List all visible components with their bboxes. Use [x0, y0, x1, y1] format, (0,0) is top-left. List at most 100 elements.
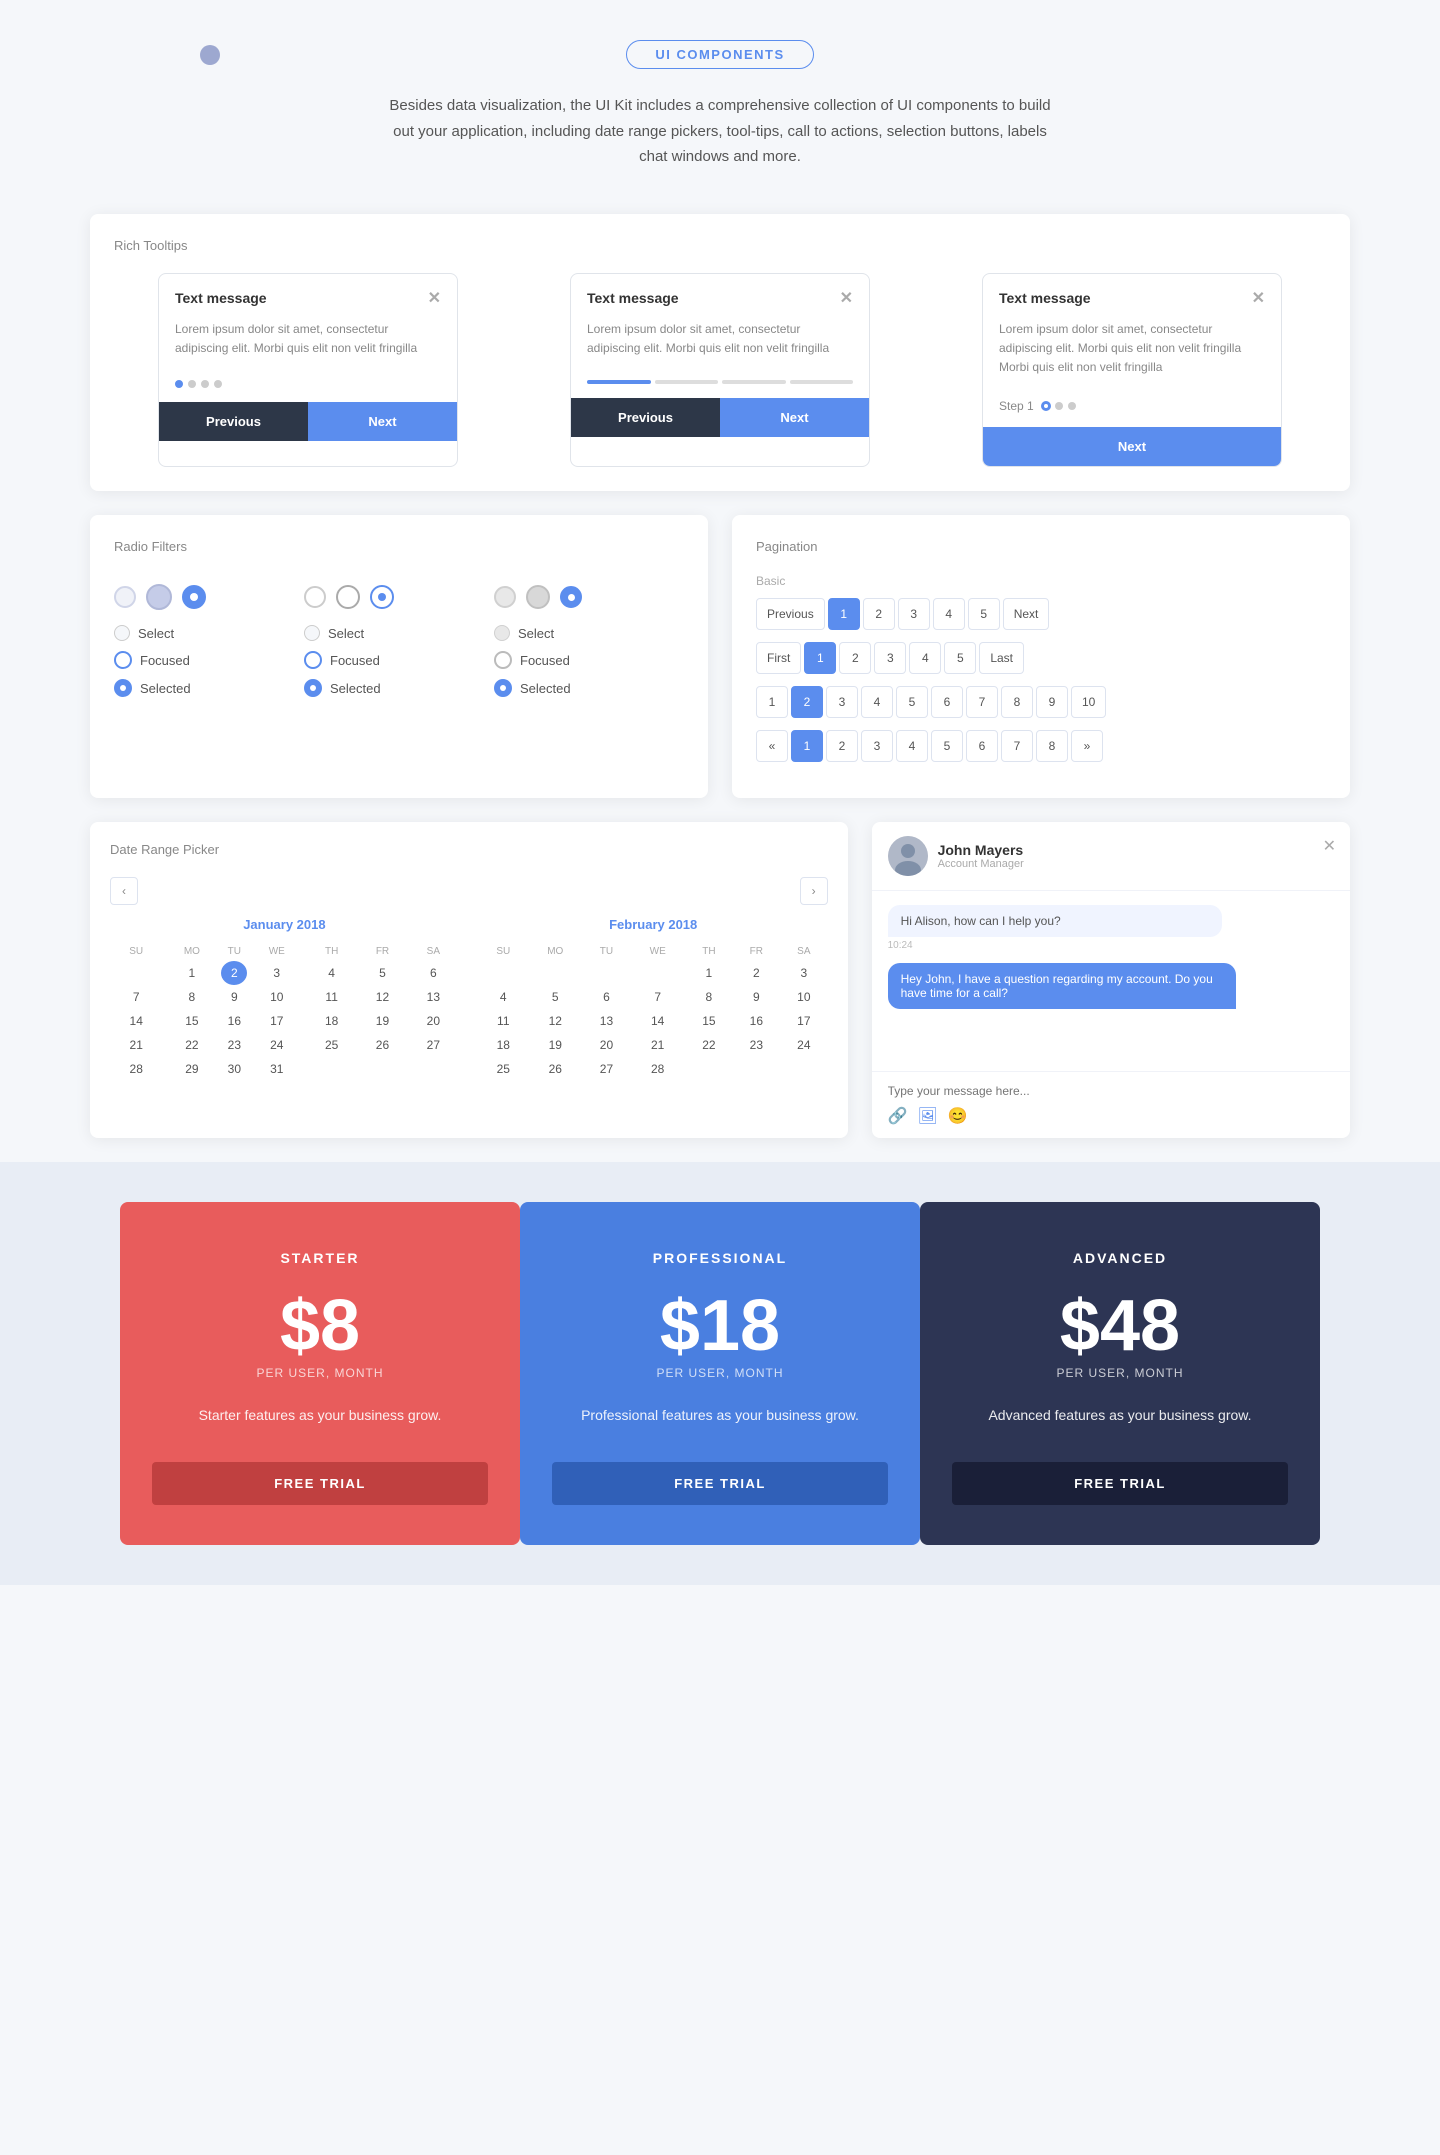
page-4-3[interactable]: 4	[861, 686, 893, 718]
tooltip-2-prev-button[interactable]: Previous	[571, 398, 720, 437]
cal-day[interactable]: 17	[780, 1009, 828, 1033]
chat-image-icon[interactable]: 🖼	[918, 1106, 938, 1126]
cal-day[interactable]: 7	[630, 985, 685, 1009]
cal-day[interactable]: 19	[528, 1033, 583, 1057]
cal-day[interactable]: 17	[247, 1009, 306, 1033]
radio-icon-gray-sel[interactable]	[560, 586, 582, 608]
cal-day[interactable]: 28	[110, 1057, 162, 1081]
cal-day[interactable]: 25	[306, 1033, 357, 1057]
cal-day[interactable]: 2	[733, 961, 780, 985]
page-3-2[interactable]: 3	[874, 642, 906, 674]
cal-day[interactable]: 7	[110, 985, 162, 1009]
page-5-3[interactable]: 5	[896, 686, 928, 718]
cal-day[interactable]: 18	[306, 1009, 357, 1033]
cal-day[interactable]: 5	[357, 961, 408, 985]
radio-selected-3[interactable]: Selected	[494, 674, 684, 702]
cal-day[interactable]: 23	[733, 1033, 780, 1057]
page-5-2[interactable]: 5	[944, 642, 976, 674]
radio-select-2[interactable]: Select	[304, 620, 494, 646]
cal-day[interactable]: 1	[685, 961, 732, 985]
page-5-1[interactable]: 5	[968, 598, 1000, 630]
cal-day[interactable]: 14	[630, 1009, 685, 1033]
chat-emoji-icon[interactable]: 😊	[948, 1106, 968, 1126]
page-prev-1[interactable]: Previous	[756, 598, 825, 630]
cal-day-today[interactable]: 2	[221, 961, 247, 985]
cal-day[interactable]: 4	[479, 985, 528, 1009]
page-1-3[interactable]: 1	[756, 686, 788, 718]
cal-day[interactable]: 20	[583, 1033, 630, 1057]
page-6-3[interactable]: 6	[931, 686, 963, 718]
page-1-2[interactable]: 1	[804, 642, 836, 674]
page-8-4[interactable]: 8	[1036, 730, 1068, 762]
radio-select-3[interactable]: Select	[494, 620, 684, 646]
chat-close-button[interactable]: ✕	[1323, 836, 1336, 856]
radio-select-1[interactable]: Select	[114, 620, 304, 646]
page-prev-4[interactable]: «	[756, 730, 788, 762]
cal-day[interactable]: 26	[528, 1057, 583, 1081]
page-1-4[interactable]: 1	[791, 730, 823, 762]
tooltip-3-close[interactable]: ✕	[1252, 288, 1265, 308]
radio-icon-outline-sel[interactable]	[370, 585, 394, 609]
cal-day[interactable]: 22	[162, 1033, 221, 1057]
radio-focused-1[interactable]: Focused	[114, 646, 304, 674]
tooltip-1-next-button[interactable]: Next	[308, 402, 457, 441]
cal-day[interactable]: 14	[110, 1009, 162, 1033]
cal-day[interactable]: 18	[479, 1033, 528, 1057]
cal-day[interactable]: 4	[306, 961, 357, 985]
radio-selected-2[interactable]: Selected	[304, 674, 494, 702]
cal-day[interactable]: 24	[780, 1033, 828, 1057]
page-10-3[interactable]: 10	[1071, 686, 1106, 718]
advanced-free-trial-button[interactable]: FREE TRIAL	[952, 1462, 1288, 1505]
page-last-2[interactable]: Last	[979, 642, 1024, 674]
cal-day[interactable]: 5	[528, 985, 583, 1009]
page-7-4[interactable]: 7	[1001, 730, 1033, 762]
cal-day[interactable]: 12	[357, 985, 408, 1009]
cal-day[interactable]: 24	[247, 1033, 306, 1057]
page-2-2[interactable]: 2	[839, 642, 871, 674]
page-next-1[interactable]: Next	[1003, 598, 1050, 630]
cal-day[interactable]: 26	[357, 1033, 408, 1057]
cal-prev-button[interactable]: ‹	[110, 877, 138, 905]
tooltip-1-prev-button[interactable]: Previous	[159, 402, 308, 441]
radio-icon-selected-1[interactable]	[182, 585, 206, 609]
radio-selected-1[interactable]: Selected	[114, 674, 304, 702]
page-5-4[interactable]: 5	[931, 730, 963, 762]
cal-day[interactable]: 25	[479, 1057, 528, 1081]
radio-focused-2[interactable]: Focused	[304, 646, 494, 674]
cal-day[interactable]: 13	[583, 1009, 630, 1033]
cal-day[interactable]: 12	[528, 1009, 583, 1033]
page-2-4[interactable]: 2	[826, 730, 858, 762]
cal-day[interactable]: 13	[408, 985, 459, 1009]
tooltip-2-close[interactable]: ✕	[840, 288, 853, 308]
cal-day[interactable]: 21	[630, 1033, 685, 1057]
cal-day[interactable]: 15	[685, 1009, 732, 1033]
cal-day[interactable]: 30	[221, 1057, 247, 1081]
tooltip-2-next-button[interactable]: Next	[720, 398, 869, 437]
tooltip-3-next-button[interactable]: Next	[983, 427, 1281, 466]
cal-day[interactable]: 3	[247, 961, 306, 985]
cal-day[interactable]: 8	[162, 985, 221, 1009]
page-9-3[interactable]: 9	[1036, 686, 1068, 718]
cal-day[interactable]: 9	[221, 985, 247, 1009]
chat-link-icon[interactable]: 🔗	[888, 1106, 908, 1126]
cal-day[interactable]: 28	[630, 1057, 685, 1081]
cal-day[interactable]: 29	[162, 1057, 221, 1081]
cal-day[interactable]: 6	[583, 985, 630, 1009]
page-3-1[interactable]: 3	[898, 598, 930, 630]
page-2-3[interactable]: 2	[791, 686, 823, 718]
page-next-4[interactable]: »	[1071, 730, 1103, 762]
page-7-3[interactable]: 7	[966, 686, 998, 718]
page-3-4[interactable]: 3	[861, 730, 893, 762]
cal-day[interactable]: 19	[357, 1009, 408, 1033]
cal-day[interactable]: 8	[685, 985, 732, 1009]
cal-day[interactable]: 22	[685, 1033, 732, 1057]
cal-day[interactable]: 27	[408, 1033, 459, 1057]
cal-day[interactable]: 15	[162, 1009, 221, 1033]
cal-day[interactable]: 16	[221, 1009, 247, 1033]
page-6-4[interactable]: 6	[966, 730, 998, 762]
cal-day[interactable]: 9	[733, 985, 780, 1009]
radio-focused-3[interactable]: Focused	[494, 646, 684, 674]
page-2-1[interactable]: 2	[863, 598, 895, 630]
cal-day[interactable]: 1	[162, 961, 221, 985]
cal-day[interactable]: 16	[733, 1009, 780, 1033]
